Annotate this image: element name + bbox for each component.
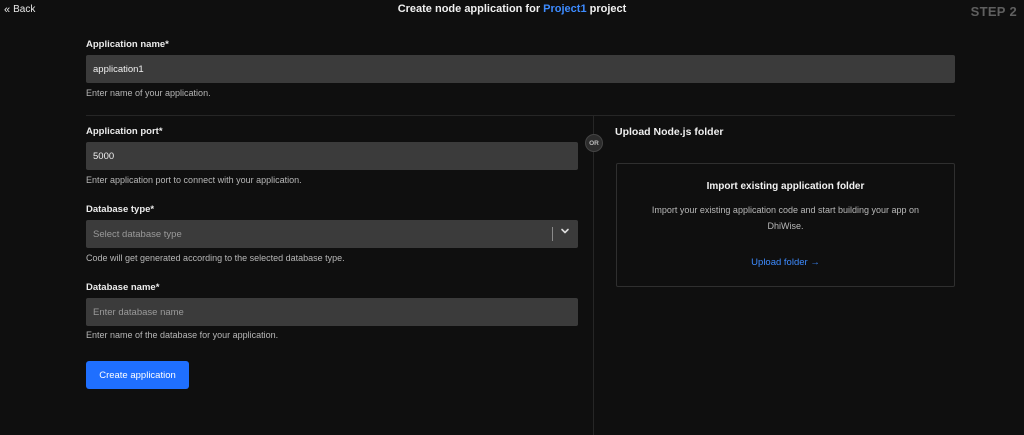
- upload-box-description: Import your existing application code an…: [651, 205, 920, 231]
- project-name: Project1: [543, 3, 587, 15]
- upload-heading: Upload Node.js folder: [615, 126, 724, 138]
- app-port-input[interactable]: 5000: [86, 142, 578, 170]
- db-name-input[interactable]: Enter database name: [86, 298, 578, 326]
- step-indicator: STEP 2: [970, 4, 1017, 19]
- page-title: Create node application for Project1 pro…: [0, 3, 1024, 15]
- db-type-label: Database type*: [86, 204, 155, 215]
- create-application-button[interactable]: Create application: [86, 361, 189, 389]
- upload-folder-link[interactable]: Upload folder →: [617, 257, 954, 268]
- app-name-helper: Enter name of your application.: [86, 88, 211, 98]
- db-type-placeholder: Select database type: [93, 228, 182, 240]
- upload-box-title: Import existing application folder: [706, 181, 865, 192]
- db-name-placeholder: Enter database name: [93, 306, 184, 318]
- app-port-value: 5000: [93, 150, 115, 162]
- app-name-value: application1: [93, 63, 144, 75]
- or-badge: OR: [585, 134, 603, 152]
- app-name-label: Application name*: [86, 39, 169, 50]
- db-name-helper: Enter name of the database for your appl…: [86, 330, 279, 340]
- chevron-down-icon[interactable]: [560, 226, 570, 239]
- app-port-helper: Enter application port to connect with y…: [86, 175, 302, 185]
- app-name-input[interactable]: application1: [86, 55, 955, 83]
- db-type-helper: Code will get generated according to the…: [86, 253, 345, 263]
- top-bar: « Back Create node application for Proje…: [0, 0, 1024, 22]
- title-prefix: Create node application for: [397, 3, 544, 15]
- upload-dropzone[interactable]: Import existing application folder Impor…: [616, 163, 955, 287]
- app-port-label: Application port*: [86, 126, 163, 137]
- db-type-select[interactable]: Select database type: [86, 220, 578, 248]
- title-suffix: project: [586, 3, 627, 15]
- db-name-label: Database name*: [86, 282, 160, 293]
- section-divider: [86, 115, 955, 116]
- column-divider: [593, 115, 594, 435]
- select-divider: [552, 227, 553, 241]
